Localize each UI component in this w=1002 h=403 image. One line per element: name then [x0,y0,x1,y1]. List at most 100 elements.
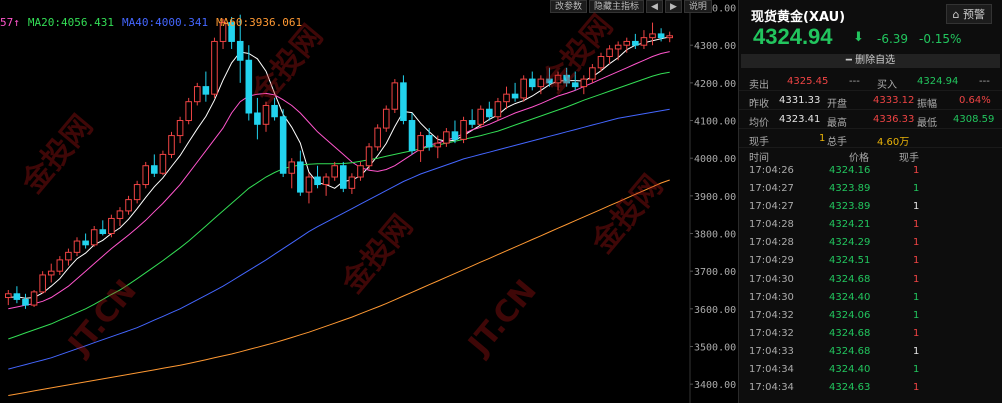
instrument-title: 现货黄金(XAU) [751,10,846,25]
help-button[interactable]: 说明 [683,0,712,13]
candle-body [486,108,493,118]
tick-vol: 1 [913,327,920,339]
tick-price: 4324.16 [829,165,871,176]
candle-body [494,101,502,118]
kline-chart[interactable]: 4400.00 4300.00 4200.00 4100.00 4000.00 3900.… [0,0,738,403]
candle-body [30,291,38,306]
high-label: 最高 [827,118,847,129]
candle-body [193,86,201,103]
tick-vol: 1 [913,382,920,394]
avg-label: 均价 [749,118,769,129]
avg-value: 4323.41 [779,114,821,125]
kline-svg[interactable]: 4400.004300.004200.004100.004000.003900.… [0,0,738,403]
tick-vol: 1 [913,364,920,376]
candle-body [580,78,588,88]
candle-body [39,274,46,293]
tick-vol: 1 [913,291,920,303]
bid-ask-row: 卖出 4325.45 --- 买入 4324.94 --- [739,72,1002,91]
tick-row: 17:04:34 4324.40 1 [739,360,1002,378]
tick-price: 4323.89 [829,201,871,213]
tick-vol: 1 [913,309,920,321]
tick-row: 17:04:27 4323.89 1 [739,179,1002,197]
candle-body [288,161,296,174]
y-tick-label: 4300.00 [694,41,736,52]
tick-vol: 1 [913,183,920,195]
candle-body [22,298,29,306]
price-change: -6.39 [877,32,909,46]
amp-label: 振幅 [917,99,937,110]
ma20-legend: MA20:4056.431 [27,16,114,29]
candle-body [400,82,407,122]
ma40-legend: MA40:4000.341 [121,16,209,29]
candle-body [554,74,562,84]
candle-body [159,153,167,174]
cur-vol-value: 1 [819,133,826,144]
y-tick-label: 4000.00 [694,154,736,165]
total-vol-label: 总手 [827,137,847,148]
avg-high-low-row: 均价 4323.41 最高 4336.33 最低 4308.59 [739,110,1002,129]
low-value: 4308.59 [953,114,995,125]
candle-body [254,112,261,125]
tick-row: 17:04:30 4324.68 1 [739,270,1002,288]
tick-row: 17:04:28 4324.21 1 [739,215,1002,233]
candle-body [202,86,210,95]
close-open-row: 昨收 4331.33 开盘 4333.12 振幅 0.64% [739,91,1002,110]
hide-indicator-button[interactable]: 隐藏主指标 [589,0,645,13]
candle-body [451,131,459,140]
tick-price: 4324.68 [829,273,871,285]
tick-price: 4324.51 [829,255,871,267]
tick-time: 17:04:27 [749,201,794,213]
tick-row: 17:04:27 4323.89 1 [739,197,1002,215]
candle-body [563,74,570,84]
tick-row: 17:04:29 4324.51 1 [739,251,1002,269]
tick-vol: 1 [913,273,920,285]
edit-params-button[interactable]: 改参数 [550,0,588,13]
scroll-right-button[interactable]: ▶ [664,0,682,13]
candle-body [151,165,158,174]
candle-body [279,116,287,174]
candle-body [528,78,536,88]
candle-body [185,101,192,122]
tick-row: 17:04:34 4324.63 1 [739,378,1002,396]
scroll-left-button[interactable]: ◀ [646,0,663,13]
sell-dash: --- [849,76,860,87]
candle-body [65,251,72,261]
tick-price: 4323.89 [829,183,871,195]
candle-body [99,229,107,235]
candle-body [434,142,442,148]
candle-body [357,165,364,178]
tick-time: 17:04:34 [749,364,794,376]
candle-body [56,259,64,272]
total-vol-value: 4.60万 [877,137,910,148]
y-tick-label: 3600.00 [694,305,736,316]
candle-body [73,240,81,253]
tick-vol: 1 [913,219,920,231]
tick-price: 4324.40 [829,291,871,303]
buy-label: 买入 [877,80,897,91]
candle-body [297,161,304,193]
candle-body [13,293,21,300]
tick-time: 17:04:30 [749,273,794,285]
tick-time: 17:04:28 [749,219,794,231]
candle-body [271,104,278,118]
volume-row: 现手 1 总手 4.60万 [739,129,1002,148]
last-price: 4324.94 [753,24,833,49]
tick-price: 4324.63 [829,382,871,394]
alert-button[interactable]: ⌂ 预警 [945,4,992,24]
candle-body [443,131,450,144]
chart-toolbar: 改参数 隐藏主指标 ◀ ▶ 说明 [550,0,712,14]
candle-body [425,135,433,148]
open-value: 4333.12 [873,95,915,106]
candle-body [520,78,527,99]
down-arrow-icon: ⬇ [853,30,864,45]
candle-body [606,48,613,57]
tick-list[interactable]: 17:04:26 4324.16 1 17:04:27 4323.89 1 17:04:27… [739,161,1002,396]
candle-body [374,127,381,148]
remove-watchlist-button[interactable]: ━ 删除自选 [741,54,1000,68]
candle-body [477,108,485,125]
tick-price: 4324.40 [829,364,871,376]
quote-panel: 现货黄金(XAU) ⌂ 预警 4324.94 ⬇ -6.39 -0.15% ━ … [738,0,1002,403]
y-tick-label: 4200.00 [694,79,736,90]
ma-line-ma5 [8,36,670,299]
candle-body [47,270,55,276]
